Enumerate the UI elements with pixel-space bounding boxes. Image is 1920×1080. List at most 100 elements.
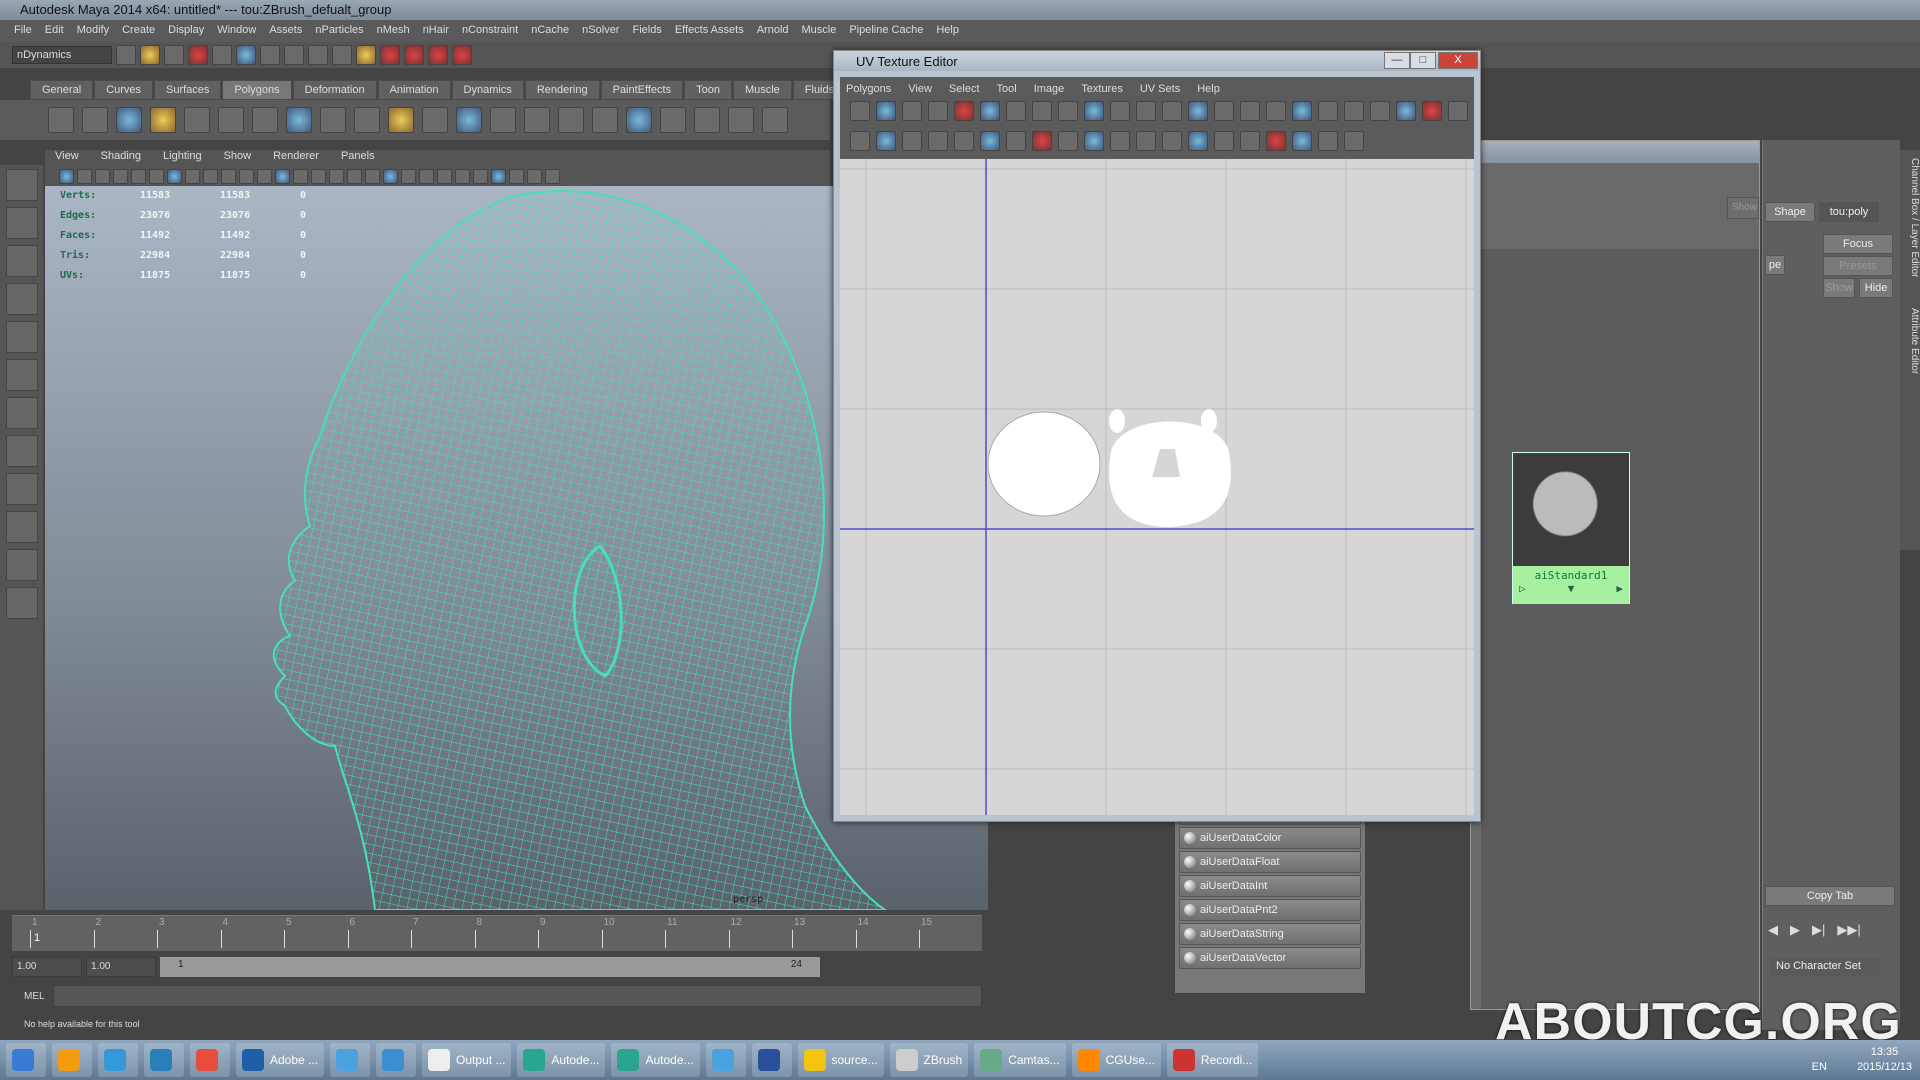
start-time-field[interactable]: 1.00 (12, 957, 82, 977)
viewport-tool-icon[interactable] (311, 168, 326, 184)
uv-tool-icon[interactable] (1162, 101, 1182, 121)
expand-icon[interactable]: ▼ (1568, 582, 1575, 595)
shelf-tab-surfaces[interactable]: Surfaces (153, 80, 222, 100)
uv-tool-icon[interactable] (1266, 131, 1286, 151)
copy-tab-button[interactable]: Copy Tab (1765, 886, 1895, 906)
shelf-tool-icon[interactable] (48, 107, 74, 133)
uv-tool-icon[interactable] (954, 101, 974, 121)
shelf-tool-icon[interactable] (422, 107, 448, 133)
uv-menu-uv-sets[interactable]: UV Sets (1140, 83, 1180, 95)
snap-curve-icon[interactable] (284, 45, 304, 65)
uv-tool-icon[interactable] (1188, 101, 1208, 121)
viewport-tool-icon[interactable] (149, 168, 164, 184)
anim-start-field[interactable]: 1.00 (86, 957, 156, 977)
menu-arnold[interactable]: Arnold (757, 24, 789, 38)
uv-tool-icon[interactable] (954, 131, 974, 151)
uv-tool-icon[interactable] (1084, 101, 1104, 121)
menu-ncache[interactable]: nCache (531, 24, 569, 38)
uv-tool-icon[interactable] (850, 131, 870, 151)
taskbar-item[interactable]: Adobe ... (236, 1043, 325, 1077)
menu-nhair[interactable]: nHair (423, 24, 449, 38)
uv-shell-face[interactable] (987, 411, 1101, 517)
menu-muscle[interactable]: Muscle (802, 24, 837, 38)
viewport-tool-icon[interactable] (203, 168, 218, 184)
uv-tool-icon[interactable] (1240, 101, 1260, 121)
save-scene-icon[interactable] (164, 45, 184, 65)
uv-tool-icon[interactable] (1240, 131, 1260, 151)
shelf-tool-icon[interactable] (354, 107, 380, 133)
uv-tool-icon[interactable] (928, 131, 948, 151)
shelf-tab-rendering[interactable]: Rendering (524, 80, 600, 100)
viewport-tool-icon[interactable] (131, 168, 146, 184)
channel-box-side-tab[interactable]: Channel Box / Layer EditorAttribute Edit… (1900, 150, 1920, 550)
uv-tool-icon[interactable] (1058, 101, 1078, 121)
step-forward-icon[interactable]: ▶| (1812, 922, 1825, 938)
shelf-tab-muscle[interactable]: Muscle (732, 80, 792, 100)
viewport-tool-icon[interactable] (167, 168, 182, 184)
hypershade-graph[interactable] (1481, 249, 1759, 1009)
viewport-menu-show[interactable]: Show (224, 150, 252, 166)
shelf-tool-icon[interactable] (150, 107, 176, 133)
uv-tool-icon[interactable] (1058, 131, 1078, 151)
uv-tool-icon[interactable] (1292, 131, 1312, 151)
taskbar-item[interactable] (6, 1043, 46, 1077)
viewport-tool-icon[interactable] (329, 168, 344, 184)
uv-tool-icon[interactable] (980, 131, 1000, 151)
uv-menu-help[interactable]: Help (1197, 83, 1220, 95)
menu-help[interactable]: Help (936, 24, 959, 38)
viewport-tool-icon[interactable] (437, 168, 452, 184)
select-tool-icon[interactable] (5, 169, 38, 201)
viewport-tool-icon[interactable] (383, 168, 398, 184)
taskbar-item[interactable]: Output ... (422, 1043, 512, 1077)
viewport-tool-icon[interactable] (221, 168, 236, 184)
shelf-tool-icon[interactable] (252, 107, 278, 133)
menu-window[interactable]: Window (217, 24, 256, 38)
uv-tool-icon[interactable] (876, 131, 896, 151)
menu-create[interactable]: Create (122, 24, 155, 38)
uv-shell-ear-left[interactable] (1109, 409, 1125, 433)
shelf-tool-icon[interactable] (558, 107, 584, 133)
character-set-menu[interactable]: No Character Set (1770, 958, 1880, 976)
taskbar-item[interactable] (98, 1043, 138, 1077)
taskbar-item[interactable]: source... (797, 1043, 884, 1077)
mode-selector[interactable]: nDynamics (12, 46, 112, 64)
snap-point-icon[interactable] (308, 45, 328, 65)
node-list-item[interactable]: aiUserDataInt (1179, 875, 1361, 897)
presets-button[interactable]: Presets (1823, 256, 1893, 276)
uv-tool-icon[interactable] (1032, 101, 1052, 121)
viewport-tool-icon[interactable] (527, 168, 542, 184)
uv-tool-icon[interactable] (1006, 101, 1026, 121)
layout-two-icon[interactable] (5, 511, 38, 543)
shelf-tab-polygons[interactable]: Polygons (222, 80, 292, 100)
node-list-item[interactable]: aiUserDataColor (1179, 827, 1361, 849)
uv-tool-icon[interactable] (1188, 131, 1208, 151)
uv-menu-tool[interactable]: Tool (997, 83, 1017, 95)
taskbar-item[interactable]: Recordi... (1166, 1043, 1259, 1077)
uv-tool-icon[interactable] (1110, 101, 1130, 121)
taskbar-item[interactable] (751, 1043, 792, 1077)
viewport-menu-panels[interactable]: Panels (341, 150, 375, 166)
uv-tool-icon[interactable] (1370, 101, 1390, 121)
viewport-tool-icon[interactable] (509, 168, 524, 184)
viewport-tool-icon[interactable] (59, 168, 74, 184)
focus-button[interactable]: Focus (1823, 234, 1893, 254)
uv-tool-icon[interactable] (902, 101, 922, 121)
shelf-tool-icon[interactable] (660, 107, 686, 133)
magnet-icon[interactable] (380, 45, 400, 65)
magnet-icon[interactable] (404, 45, 424, 65)
uv-tool-icon[interactable] (980, 101, 1000, 121)
select-component-icon[interactable] (236, 45, 256, 65)
language-indicator[interactable]: EN (1812, 1061, 1827, 1073)
uv-tool-icon[interactable] (1136, 131, 1156, 151)
tab-shape[interactable]: Shape (1765, 202, 1815, 222)
uv-tool-icon[interactable] (1422, 101, 1442, 121)
uv-tool-icon[interactable] (1344, 131, 1364, 151)
menu-file[interactable]: File (14, 24, 32, 38)
layout-four-icon[interactable] (5, 473, 38, 505)
select-hierarchy-icon[interactable] (188, 45, 208, 65)
uv-menu-select[interactable]: Select (949, 83, 980, 95)
tab-node[interactable]: tou:poly (1819, 202, 1879, 222)
output-port-icon[interactable]: ▶ (1616, 582, 1623, 595)
viewport-tool-icon[interactable] (185, 168, 200, 184)
shader-node-aistandard1[interactable]: aiStandard1 ▷ ▼ ▶ (1512, 452, 1630, 604)
